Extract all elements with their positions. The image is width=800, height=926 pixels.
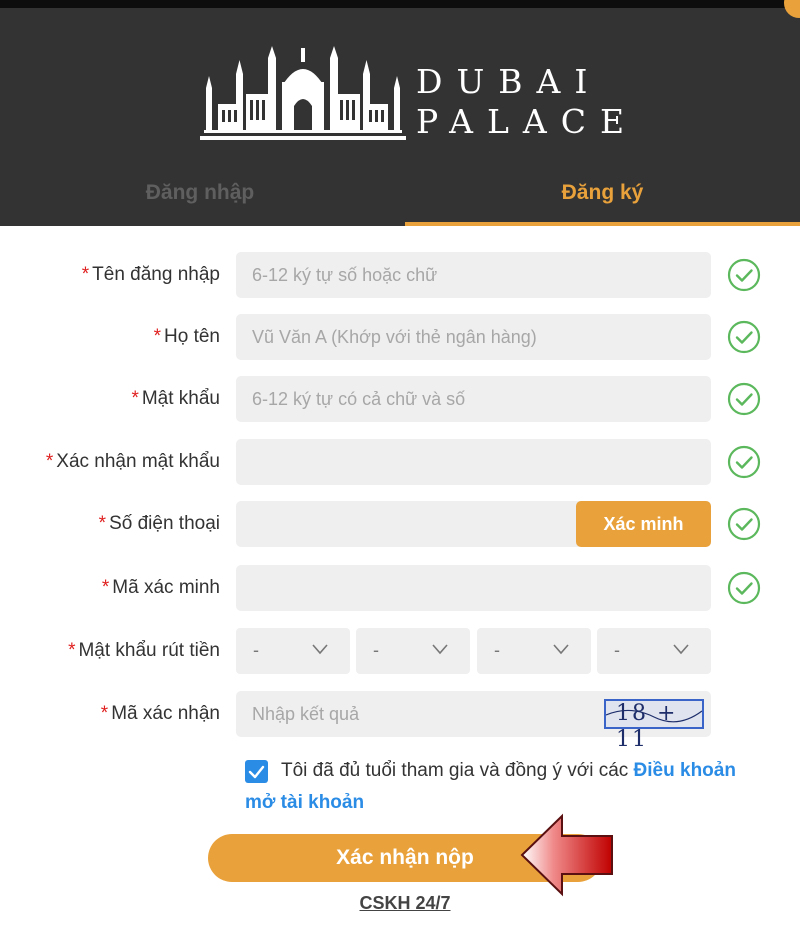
captcha-noise [606, 709, 702, 723]
required-mark: * [68, 640, 76, 661]
username-row: * Tên đăng nhập [0, 252, 800, 298]
chevron-down-icon [432, 644, 448, 655]
confirm-password-label: * Xác nhận mật khẩu [45, 451, 220, 472]
check-circle-icon [727, 507, 761, 541]
brand-line-2: PALACE [416, 102, 639, 141]
password-input[interactable] [236, 376, 711, 422]
check-circle-icon [727, 320, 761, 354]
password-row: * Mật khẩu [0, 376, 800, 422]
header: DUBAI PALACE Đăng nhập Đăng ký [0, 8, 800, 226]
verify-code-input[interactable] [236, 565, 711, 611]
phone-row: * Số điện thoại Xác minh [0, 501, 800, 547]
fullname-label: * Họ tên [153, 326, 220, 347]
required-mark: * [100, 703, 109, 724]
verify-code-label: * Mã xác minh [101, 577, 220, 598]
verify-phone-button[interactable]: Xác minh [576, 501, 711, 547]
top-border [0, 0, 800, 8]
pin-digit-select-3[interactable]: - [477, 628, 591, 674]
agreement-text: Tôi đã đủ tuổi tham gia và đồng ý với cá… [245, 760, 736, 813]
fullname-row: * Họ tên [0, 314, 800, 360]
withdraw-pin-row: * Mật khẩu rút tiền - - - - [0, 628, 800, 674]
username-input[interactable] [236, 252, 711, 298]
password-label: * Mật khẩu [131, 388, 220, 409]
captcha-label: * Mã xác nhận [100, 703, 220, 724]
captcha-row: *Mã xác nhận 18 + 11 [0, 691, 800, 752]
phone-input[interactable] [236, 501, 581, 547]
palace-logo-icon [200, 46, 406, 140]
check-circle-icon [727, 258, 761, 292]
phone-label: * Số điện thoại [98, 513, 220, 534]
dubai-palace-logo: DUBAI PALACE [198, 46, 624, 146]
verify-code-row: * Mã xác minh [0, 565, 800, 611]
pin-digit-select-4[interactable]: - [597, 628, 711, 674]
chevron-down-icon [553, 644, 569, 655]
required-mark: * [153, 326, 162, 347]
brand-line-1: DUBAI [416, 62, 602, 101]
check-circle-icon [727, 445, 761, 479]
pin-digit-select-1[interactable]: - [236, 628, 350, 674]
chevron-down-icon [312, 644, 328, 655]
pin-digit-select-2[interactable]: - [356, 628, 470, 674]
username-label: * Tên đăng nhập [81, 264, 220, 285]
withdraw-pin-label: * Mật khẩu rút tiền [68, 640, 220, 661]
required-mark: * [98, 513, 107, 534]
captcha-image[interactable]: 18 + 11 [604, 699, 704, 752]
required-mark: * [131, 388, 139, 409]
support-link[interactable]: CSKH 24/7 [0, 893, 800, 914]
required-mark: * [101, 577, 110, 598]
confirm-password-row: * Xác nhận mật khẩu [0, 439, 800, 485]
tab-register[interactable]: Đăng ký [405, 178, 800, 226]
red-arrow-pointer-icon [520, 813, 613, 897]
check-circle-icon [727, 571, 761, 605]
confirm-password-input[interactable] [236, 439, 711, 485]
fullname-input[interactable] [236, 314, 711, 360]
check-circle-icon [727, 382, 761, 416]
chevron-down-icon [673, 644, 689, 655]
required-mark: * [45, 451, 54, 472]
tab-login[interactable]: Đăng nhập [0, 178, 400, 226]
required-mark: * [81, 264, 90, 285]
